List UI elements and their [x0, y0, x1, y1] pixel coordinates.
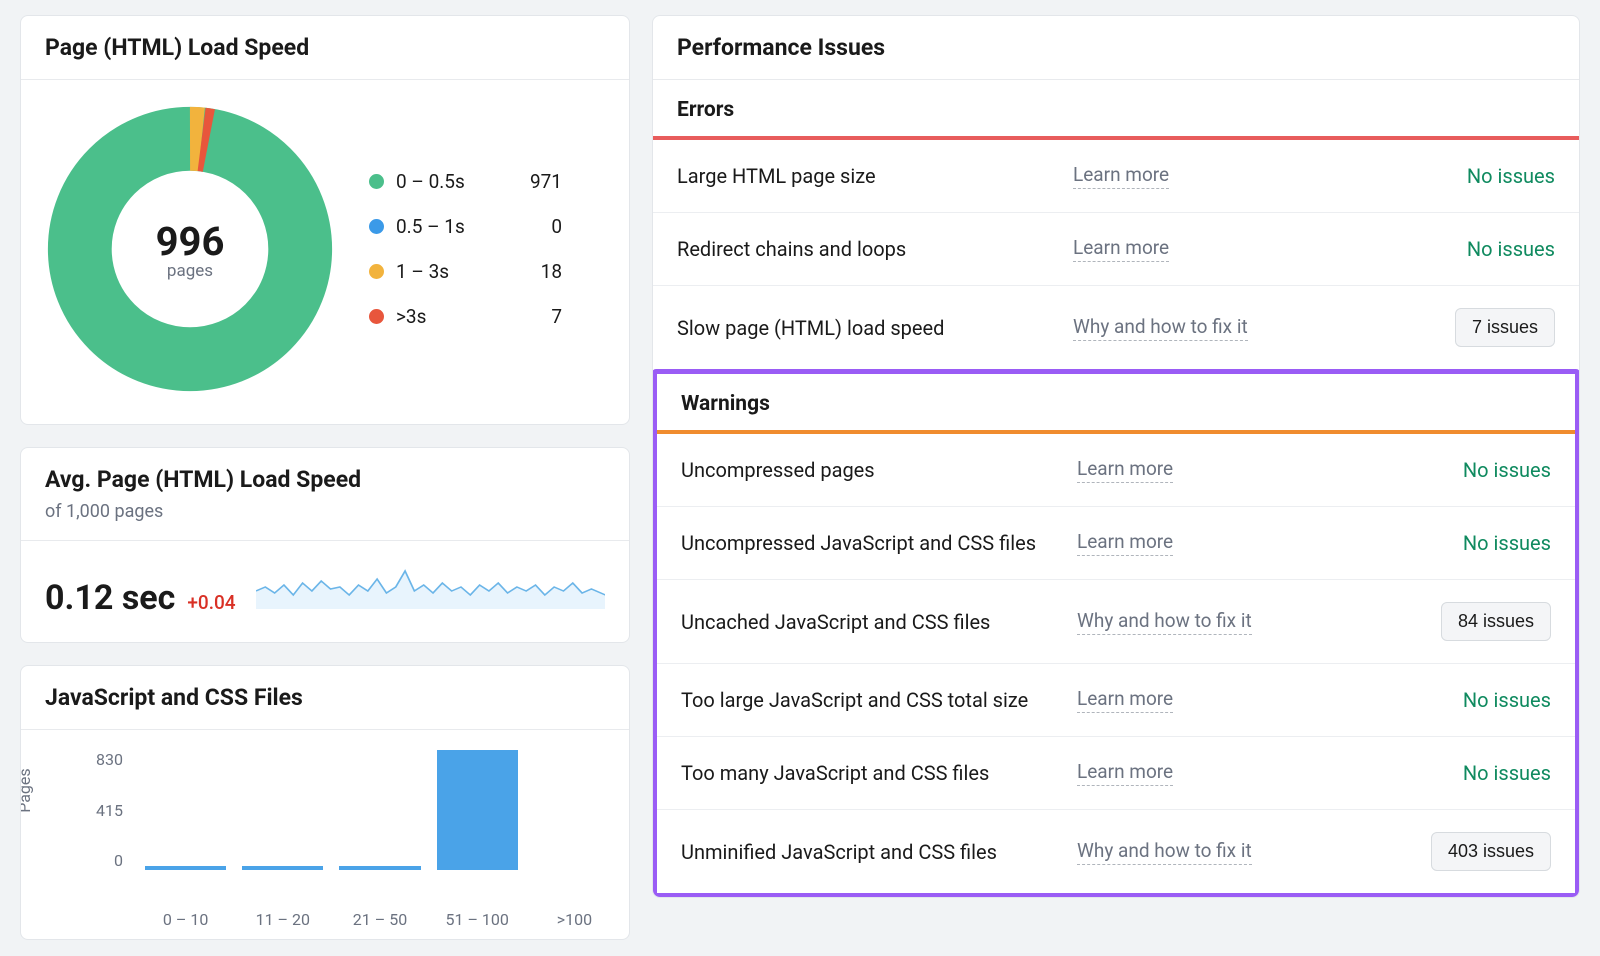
- donut-total-label: pages: [167, 261, 213, 281]
- legend-range: 0.5 – 1s: [396, 215, 506, 238]
- bar-category-label: 21 – 50: [339, 910, 420, 929]
- legend-range: 0 – 0.5s: [396, 170, 506, 193]
- errors-list: Large HTML page sizeLearn moreNo issuesR…: [653, 140, 1579, 369]
- warnings-highlight-box: Warnings Uncompressed pages Learn more No …: [652, 369, 1580, 898]
- issue-status-none: No issues: [1463, 761, 1551, 785]
- issue-name: Unminified JavaScript and CSS files: [681, 838, 1061, 866]
- issue-status-none: No issues: [1463, 688, 1551, 712]
- why-fix-link[interactable]: Why and how to fix it: [1077, 839, 1252, 865]
- bar-category-label: 51 – 100: [437, 910, 518, 929]
- bar-category-label: 0 – 10: [145, 910, 226, 929]
- avg-speed-subtitle: of 1,000 pages: [45, 501, 605, 522]
- issue-status-none: No issues: [1467, 164, 1555, 188]
- warnings-list: Uncompressed pagesLearn moreNo issuesUnc…: [657, 434, 1575, 893]
- bar-column[interactable]: [242, 866, 323, 870]
- learn-more-link[interactable]: Learn more: [1077, 687, 1173, 713]
- bar-chart: [95, 750, 615, 870]
- learn-more-link[interactable]: Learn more: [1073, 236, 1169, 262]
- learn-more-link[interactable]: Learn more: [1077, 760, 1173, 786]
- issue-row: Large HTML page size Learn more No issues: [653, 140, 1579, 213]
- donut-total: 996: [156, 218, 225, 265]
- avg-speed-sparkline: [256, 561, 605, 609]
- load-speed-header: Page (HTML) Load Speed: [21, 16, 629, 80]
- errors-section-header: Errors: [653, 80, 1579, 140]
- issue-name: Uncompressed JavaScript and CSS files: [681, 529, 1061, 557]
- bar-rect: [145, 866, 226, 870]
- performance-issues-title: Performance Issues: [677, 34, 1555, 61]
- load-speed-title: Page (HTML) Load Speed: [45, 34, 605, 61]
- issue-status-none: No issues: [1463, 458, 1551, 482]
- learn-more-link[interactable]: Learn more: [1077, 457, 1173, 483]
- learn-more-link[interactable]: Learn more: [1077, 530, 1173, 556]
- bar-rect: [242, 866, 323, 870]
- bar-rect: [437, 750, 518, 870]
- bar-column[interactable]: [437, 750, 518, 870]
- issue-row: Too many JavaScript and CSS files Learn m…: [657, 737, 1575, 810]
- issue-row: Redirect chains and loops Learn more No is…: [653, 213, 1579, 286]
- js-css-card: JavaScript and CSS Files Pages 8304150 0…: [20, 665, 630, 940]
- issue-name: Uncached JavaScript and CSS files: [681, 608, 1061, 636]
- why-fix-link[interactable]: Why and how to fix it: [1073, 315, 1248, 341]
- performance-issues-card: Performance Issues Errors Large HTML pag…: [652, 15, 1580, 898]
- issue-count-button[interactable]: 84 issues: [1441, 602, 1551, 641]
- js-css-title: JavaScript and CSS Files: [45, 684, 605, 711]
- issue-status-none: No issues: [1467, 237, 1555, 261]
- bar-column[interactable]: [339, 866, 420, 870]
- bar-category-label: >100: [534, 910, 615, 929]
- legend-value: 18: [506, 260, 562, 283]
- why-fix-link[interactable]: Why and how to fix it: [1077, 609, 1252, 635]
- legend-range: 1 – 3s: [396, 260, 506, 283]
- issue-count-button[interactable]: 7 issues: [1455, 308, 1555, 347]
- issue-name: Too large JavaScript and CSS total size: [681, 686, 1061, 714]
- bar-category-label: 11 – 20: [242, 910, 323, 929]
- avg-speed-delta: +0.04: [187, 591, 235, 614]
- legend-value: 971: [506, 170, 562, 193]
- bar-y-axis-label: Pages: [20, 768, 34, 812]
- legend-dot-icon: [369, 219, 384, 234]
- issue-row: Too large JavaScript and CSS total size L…: [657, 664, 1575, 737]
- bar-rect: [339, 866, 420, 870]
- legend-row[interactable]: >3s7: [369, 305, 562, 328]
- issue-row: Slow page (HTML) load speed Why and how t…: [653, 286, 1579, 369]
- legend-dot-icon: [369, 309, 384, 324]
- legend-range: >3s: [396, 305, 506, 328]
- avg-speed-title: Avg. Page (HTML) Load Speed: [45, 466, 605, 493]
- issue-name: Redirect chains and loops: [677, 235, 1057, 263]
- issue-count-button[interactable]: 403 issues: [1431, 832, 1551, 871]
- load-speed-donut: 996 pages: [45, 104, 335, 394]
- issue-row: Uncompressed pages Learn more No issues: [657, 434, 1575, 507]
- issue-name: Too many JavaScript and CSS files: [681, 759, 1061, 787]
- issue-name: Uncompressed pages: [681, 456, 1061, 484]
- legend-value: 7: [506, 305, 562, 328]
- issue-name: Slow page (HTML) load speed: [677, 314, 1057, 342]
- load-speed-card: Page (HTML) Load Speed 996 pages: [20, 15, 630, 425]
- legend-row[interactable]: 0.5 – 1s0: [369, 215, 562, 238]
- issue-row: Uncompressed JavaScript and CSS files Lea…: [657, 507, 1575, 580]
- legend-row[interactable]: 1 – 3s18: [369, 260, 562, 283]
- avg-speed-card: Avg. Page (HTML) Load Speed of 1,000 pag…: [20, 447, 630, 643]
- avg-speed-value: 0.12 sec: [45, 578, 175, 618]
- donut-legend: 0 – 0.5s9710.5 – 1s01 – 3s18>3s7: [369, 170, 562, 328]
- legend-dot-icon: [369, 174, 384, 189]
- issue-name: Large HTML page size: [677, 162, 1057, 190]
- legend-dot-icon: [369, 264, 384, 279]
- learn-more-link[interactable]: Learn more: [1073, 163, 1169, 189]
- bar-x-ticks: 0 – 10 11 – 20 21 – 50 51 – 100 >100: [95, 910, 615, 929]
- issue-row: Unminified JavaScript and CSS files Why a…: [657, 810, 1575, 893]
- legend-row[interactable]: 0 – 0.5s971: [369, 170, 562, 193]
- warnings-section-header: Warnings: [657, 374, 1575, 434]
- bar-column[interactable]: [145, 866, 226, 870]
- issue-status-none: No issues: [1463, 531, 1551, 555]
- legend-value: 0: [506, 215, 562, 238]
- issue-row: Uncached JavaScript and CSS files Why and…: [657, 580, 1575, 664]
